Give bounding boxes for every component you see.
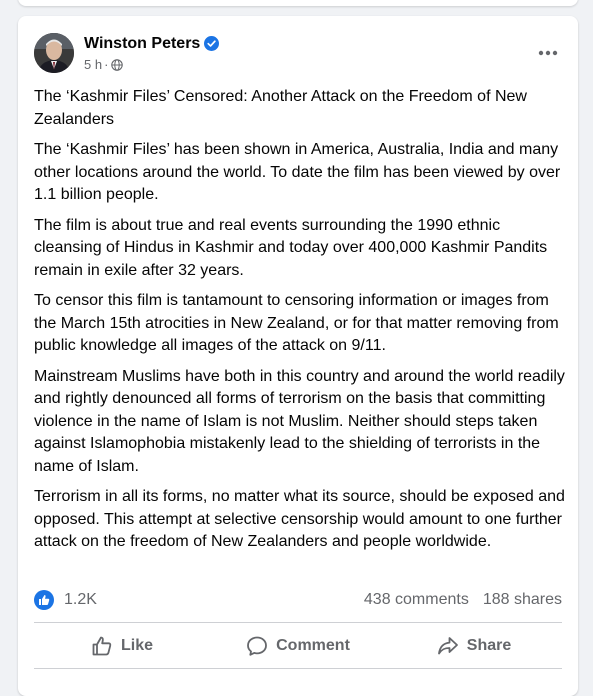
like-button[interactable]: Like — [34, 626, 210, 666]
share-label: Share — [466, 637, 512, 654]
post-card: Winston Peters 5 h · The ‘Kashmir Files’… — [18, 16, 578, 696]
share-icon — [437, 637, 458, 655]
share-button[interactable]: Share — [386, 626, 562, 666]
post-subline: 5 h · — [84, 57, 219, 73]
author-meta: Winston Peters 5 h · — [84, 34, 220, 73]
author-avatar[interactable] — [34, 33, 74, 73]
avatar-image — [34, 33, 74, 73]
stats-divider — [34, 622, 562, 623]
globe-icon — [111, 58, 124, 71]
post-paragraph: To censor this film is tantamount to cen… — [34, 292, 559, 354]
reaction-count[interactable]: 1.2K — [64, 591, 97, 609]
post-paragraph: Terrorism in all its forms, no matter wh… — [34, 488, 565, 550]
actions-divider — [34, 668, 562, 669]
verified-badge-icon — [204, 36, 220, 51]
engagement-stats: 1.2K 438 comments 188 shares — [34, 588, 562, 612]
post-header: Winston Peters 5 h · — [34, 30, 566, 76]
author-name-row: Winston Peters — [84, 34, 220, 54]
like-reaction-icon[interactable] — [34, 590, 54, 610]
author-name[interactable]: Winston Peters — [84, 34, 200, 54]
post-body: The ‘Kashmir Files’ Censored: Another At… — [34, 86, 566, 562]
more-options-button[interactable] — [530, 35, 566, 71]
post-timestamp[interactable]: 5 h — [84, 57, 102, 73]
like-label: Like — [120, 637, 153, 654]
like-icon — [92, 636, 112, 656]
post-actions: Like Comment Share — [34, 626, 562, 666]
previous-card-edge — [18, 0, 578, 6]
comment-label: Comment — [276, 637, 350, 654]
shares-count[interactable]: 188 shares — [483, 591, 562, 609]
post-paragraph: Mainstream Muslims have both in this cou… — [34, 367, 565, 475]
comment-button[interactable]: Comment — [210, 626, 386, 666]
separator-dot: · — [104, 56, 109, 72]
thumbs-up-icon — [39, 595, 50, 605]
more-options-icon — [538, 50, 558, 56]
post-title: The ‘Kashmir Files’ Censored: Another At… — [34, 88, 527, 128]
post-paragraph: The ‘Kashmir Files’ has been shown in Am… — [34, 141, 561, 203]
comments-count[interactable]: 438 comments — [364, 591, 469, 609]
post-paragraph: The film is about true and real events s… — [34, 216, 548, 279]
comment-share-counts: 438 comments 188 shares — [364, 591, 562, 609]
comment-icon — [247, 636, 268, 656]
